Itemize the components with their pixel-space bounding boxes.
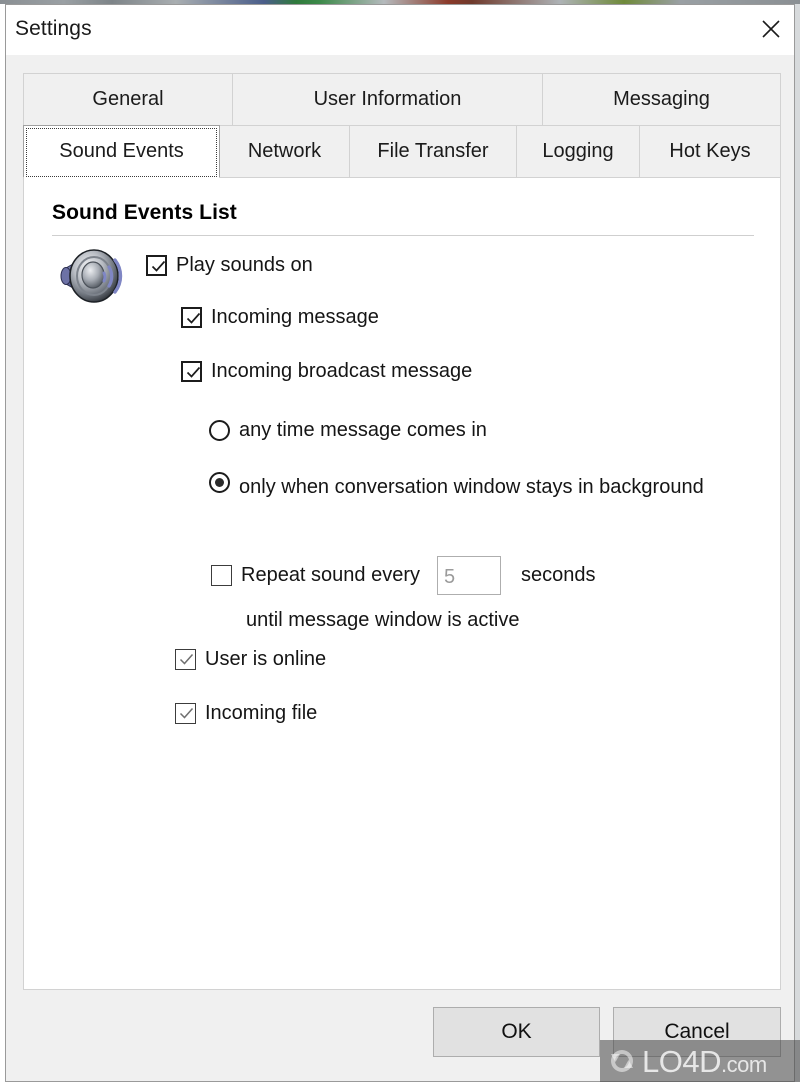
option-any-time-label: any time message comes in <box>239 419 487 441</box>
check-icon <box>179 654 194 665</box>
tab-file-transfer[interactable]: File Transfer <box>350 125 517 178</box>
until-active-text: until message window is active <box>246 608 519 633</box>
tab-user-information-label: User Information <box>313 88 462 110</box>
check-icon <box>151 260 166 272</box>
check-icon <box>186 312 201 324</box>
settings-dialog: Settings General User Information Messag… <box>5 4 795 1082</box>
tab-general[interactable]: General <box>23 73 233 126</box>
option-incoming-broadcast-label: Incoming broadcast message <box>211 360 473 382</box>
radio-any-time[interactable] <box>209 420 230 441</box>
option-only-background-label: only when conversation window stays in b… <box>239 476 704 498</box>
tab-hot-keys[interactable]: Hot Keys <box>640 125 781 178</box>
option-repeat-sound[interactable]: Repeat sound every seconds <box>211 556 596 595</box>
option-play-sounds-on[interactable]: Play sounds on <box>146 253 313 278</box>
tab-sound-events-label: Sound Events <box>59 140 184 162</box>
checkbox-incoming-message[interactable] <box>181 307 202 328</box>
screen-root: Settings General User Information Messag… <box>0 0 800 1082</box>
tab-hot-keys-label: Hot Keys <box>669 140 751 162</box>
until-active-label: until message window is active <box>246 609 520 631</box>
option-user-online[interactable]: User is online <box>175 647 326 672</box>
option-incoming-file-label: Incoming file <box>205 702 318 724</box>
tab-messaging-label: Messaging <box>613 88 710 110</box>
checkbox-repeat-sound[interactable] <box>211 565 232 586</box>
check-icon <box>186 366 201 378</box>
tab-row-1: General User Information Messaging <box>23 73 781 126</box>
sound-events-panel: Sound Events List Play sounds on Incomin… <box>23 177 781 990</box>
option-repeat-sound-label: Repeat sound every <box>241 564 421 586</box>
tab-user-information[interactable]: User Information <box>233 73 543 126</box>
tab-sound-events[interactable]: Sound Events <box>23 125 220 178</box>
ok-button-label: OK <box>501 1020 532 1043</box>
tab-row-2: Sound Events Network File Transfer Loggi… <box>23 125 781 178</box>
window-title: Settings <box>15 17 92 40</box>
checkbox-incoming-file[interactable] <box>175 703 196 724</box>
options-list: Play sounds on Incoming message Incoming… <box>24 178 782 991</box>
watermark-brand: LO4D <box>642 1043 721 1079</box>
tab-network[interactable]: Network <box>220 125 350 178</box>
watermark-text: LO4D.com <box>642 1046 767 1077</box>
option-incoming-broadcast[interactable]: Incoming broadcast message <box>181 359 472 384</box>
option-user-online-label: User is online <box>205 648 327 670</box>
watermark-overlay: LO4D.com <box>600 1040 800 1082</box>
background-window-right-strip <box>795 4 800 1082</box>
close-button[interactable] <box>748 5 794 53</box>
option-only-background[interactable]: only when conversation window stays in b… <box>209 470 704 505</box>
tab-general-label: General <box>92 88 164 110</box>
option-incoming-message-label: Incoming message <box>211 306 379 328</box>
tab-messaging[interactable]: Messaging <box>543 73 781 126</box>
checkbox-play-sounds-on[interactable] <box>146 255 167 276</box>
close-x-icon <box>760 18 782 40</box>
option-any-time[interactable]: any time message comes in <box>209 418 487 443</box>
check-icon <box>179 708 194 719</box>
radio-selected-dot <box>215 478 224 487</box>
option-play-sounds-on-label: Play sounds on <box>176 254 313 276</box>
repeat-seconds-unit-label: seconds <box>521 564 596 586</box>
option-incoming-message[interactable]: Incoming message <box>181 305 379 330</box>
tab-network-label: Network <box>247 140 322 162</box>
option-incoming-file[interactable]: Incoming file <box>175 701 317 726</box>
ok-button[interactable]: OK <box>433 1007 600 1057</box>
radio-only-background[interactable] <box>209 472 230 493</box>
checkbox-incoming-broadcast[interactable] <box>181 361 202 382</box>
checkbox-user-online[interactable] <box>175 649 196 670</box>
tab-logging[interactable]: Logging <box>517 125 640 178</box>
title-bar: Settings <box>6 5 794 55</box>
repeat-seconds-input[interactable] <box>437 556 502 595</box>
watermark-suffix: .com <box>720 1051 767 1077</box>
refresh-circle-icon <box>606 1045 638 1077</box>
tab-strip: General User Information Messaging Sound… <box>23 73 781 178</box>
tab-file-transfer-label: File Transfer <box>377 140 489 162</box>
tab-logging-label: Logging <box>542 140 614 162</box>
